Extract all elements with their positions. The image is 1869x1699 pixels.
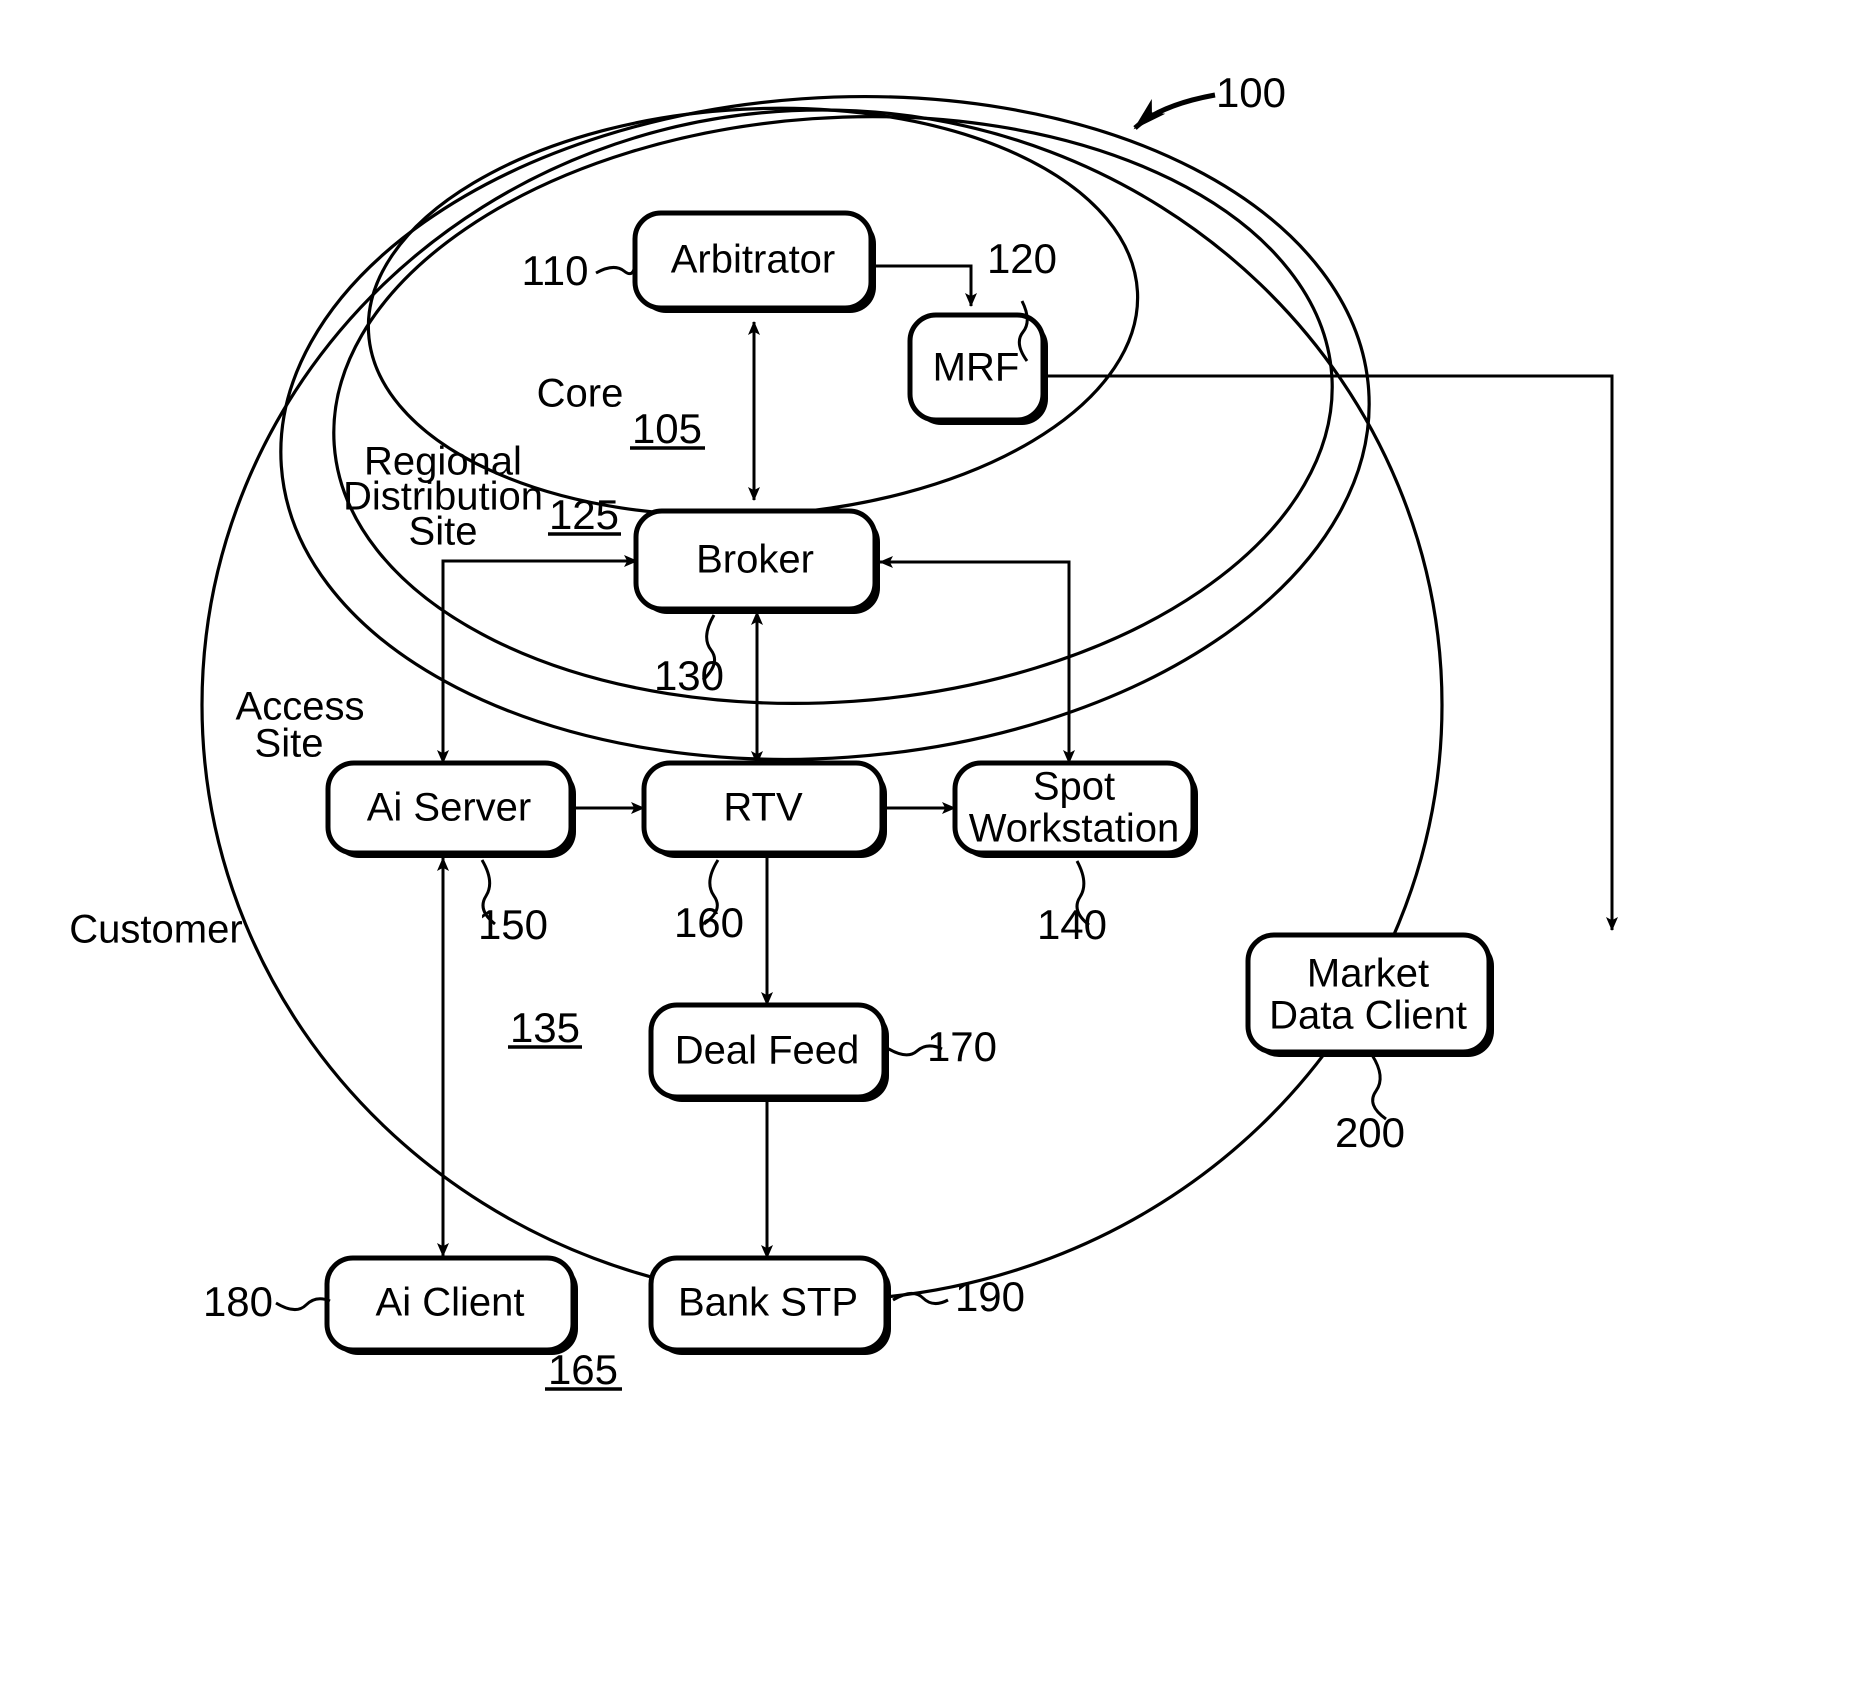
ref-number-200: 200 <box>1335 1109 1405 1156</box>
zone-boundary-regional-distribution-site <box>279 95 1371 761</box>
leader-190 <box>892 1292 949 1305</box>
connector-spot-workstation-to-broker <box>879 556 1071 765</box>
node-label-rtv: RTV <box>723 786 803 830</box>
ref-number-105: 105 <box>632 405 702 452</box>
node-label-arbitrator: Arbitrator <box>671 238 836 282</box>
zone-label-customer: Customer <box>69 908 242 952</box>
ref-number-figure-100: 100 <box>1216 69 1286 116</box>
zone-label-core: Core <box>537 372 624 416</box>
node-label-mrf: MRF <box>933 346 1020 390</box>
zone-boundary-access-site <box>332 115 1334 705</box>
zone-label-regional-distribution-site-line3: Site <box>409 510 478 554</box>
leader-110 <box>595 262 637 276</box>
ref-number-170: 170 <box>927 1023 997 1070</box>
ref-number-120: 120 <box>987 235 1057 282</box>
diagram-canvas: Arbitrator MRF Broker Ai Server RTV Spot… <box>69 69 1618 1393</box>
connector-arbitrator-to-mrf <box>872 264 977 307</box>
ref-number-140: 140 <box>1037 901 1107 948</box>
node-label-bank-stp: Bank STP <box>678 1281 858 1325</box>
ref-number-110: 110 <box>522 247 589 294</box>
ref-number-125: 125 <box>549 491 619 538</box>
leader-180 <box>275 1297 331 1311</box>
ref-number-190: 190 <box>955 1273 1025 1320</box>
node-label-spot-workstation-line2: Workstation <box>969 807 1179 851</box>
ref-number-130: 130 <box>654 652 724 699</box>
ref-number-180: 180 <box>203 1278 273 1325</box>
node-label-market-data-client-line2: Data Client <box>1269 994 1467 1038</box>
leader-figure-100 <box>1133 92 1216 130</box>
ref-number-135: 135 <box>510 1004 580 1051</box>
node-label-deal-feed: Deal Feed <box>675 1029 860 1073</box>
zone-label-access-site-line2: Site <box>255 722 324 766</box>
node-label-ai-client: Ai Client <box>376 1281 525 1325</box>
connector-ai-server-to-broker <box>441 555 638 765</box>
node-label-spot-workstation-line1: Spot <box>1033 765 1115 809</box>
node-label-market-data-client-line1: Market <box>1307 952 1429 996</box>
ref-number-150: 150 <box>478 901 548 948</box>
node-label-ai-server: Ai Server <box>367 786 532 830</box>
ref-number-165: 165 <box>548 1346 618 1393</box>
node-label-broker: Broker <box>696 538 814 582</box>
ref-number-160: 160 <box>674 899 744 946</box>
patent-figure: Arbitrator MRF Broker Ai Server RTV Spot… <box>0 0 1869 1699</box>
